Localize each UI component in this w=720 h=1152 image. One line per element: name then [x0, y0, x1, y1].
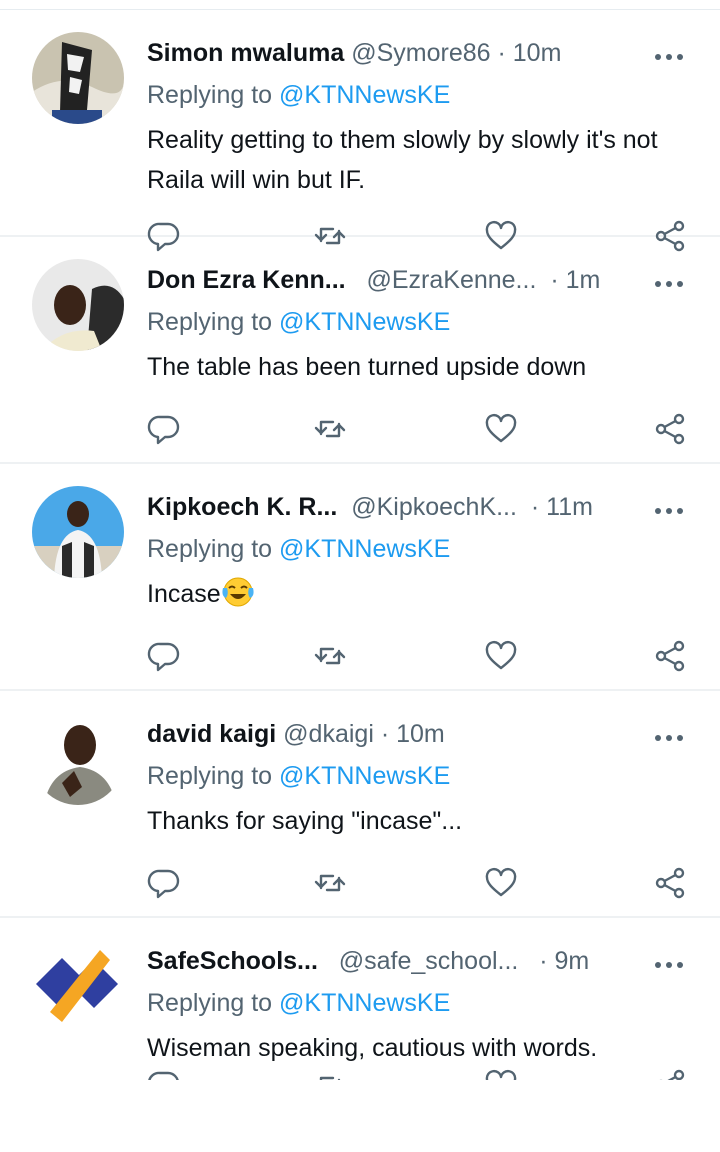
separator-dot: ·: [530, 493, 540, 521]
tweet-header: Don Ezra Kenn... @EzraKenne... · 1m: [147, 265, 637, 295]
replying-to-label: Replying to: [147, 81, 273, 109]
tweet-header: david kaigi @dkaigi · 10m: [147, 719, 637, 749]
replying-to-line: Replying to @KTNNewsKE: [147, 761, 450, 791]
tweet-1[interactable]: Simon mwaluma @Symore86 · 10m Replying t…: [0, 10, 720, 252]
tweet-text: Incase: [147, 580, 221, 608]
timestamp[interactable]: 1m: [566, 266, 601, 294]
user-handle[interactable]: @EzraKenne...: [366, 266, 536, 294]
display-name[interactable]: Simon mwaluma: [147, 39, 344, 67]
heart-icon[interactable]: [484, 866, 518, 900]
mention-link[interactable]: @KTNNewsKE: [279, 308, 450, 336]
retweet-icon[interactable]: [313, 639, 347, 673]
tweet-text-container: Incase: [147, 574, 692, 614]
avatar[interactable]: [32, 940, 124, 1032]
replying-to-line: Replying to @KTNNewsKE: [147, 534, 450, 564]
heart-icon[interactable]: [484, 1068, 518, 1080]
more-icon[interactable]: [654, 275, 684, 287]
display-name[interactable]: Kipkoech K. R...: [147, 493, 337, 521]
tweet-text: The table has been turned upside down: [147, 353, 587, 381]
replying-to-line: Replying to @KTNNewsKE: [147, 80, 450, 110]
action-bar: [147, 639, 692, 673]
timestamp[interactable]: 10m: [513, 39, 562, 67]
reply-icon[interactable]: [147, 412, 181, 446]
separator-dot: ·: [380, 720, 390, 748]
tweet-header: Kipkoech K. R... @KipkoechK... · 11m: [147, 492, 637, 522]
share-icon[interactable]: [653, 866, 687, 900]
action-bar: [147, 412, 692, 446]
mention-link[interactable]: @KTNNewsKE: [279, 535, 450, 563]
user-handle[interactable]: @safe_school...: [339, 947, 519, 975]
tweet-header: Simon mwaluma @Symore86 · 10m: [147, 38, 637, 68]
separator-dot: ·: [550, 266, 559, 294]
avatar[interactable]: [32, 259, 124, 351]
heart-icon[interactable]: [484, 412, 518, 446]
tweet-text: Thanks for saying "incase"...: [147, 807, 463, 835]
tweet-header: SafeSchools... @safe_school... · 9m: [147, 946, 637, 976]
timestamp[interactable]: 11m: [546, 493, 593, 521]
avatar[interactable]: [32, 32, 124, 124]
tweet-4[interactable]: david kaigi @dkaigi · 10m Replying to @K…: [0, 691, 720, 918]
action-bar: [147, 1068, 692, 1080]
retweet-icon[interactable]: [313, 1068, 347, 1080]
action-bar: [147, 866, 692, 900]
separator-dot: ·: [497, 39, 506, 67]
share-icon[interactable]: [653, 639, 687, 673]
heart-icon[interactable]: [484, 639, 518, 673]
replying-to-label: Replying to: [147, 535, 273, 563]
user-handle[interactable]: @Symore86: [351, 39, 490, 67]
display-name[interactable]: david kaigi: [147, 720, 276, 748]
more-icon[interactable]: [654, 956, 684, 968]
mention-link[interactable]: @KTNNewsKE: [279, 762, 450, 790]
replying-to-label: Replying to: [147, 308, 273, 336]
share-icon[interactable]: [653, 1068, 687, 1080]
replying-to-label: Replying to: [147, 762, 273, 790]
retweet-icon[interactable]: [313, 866, 347, 900]
more-icon[interactable]: [654, 502, 684, 514]
tweet-3[interactable]: Kipkoech K. R... @KipkoechK... · 11m Rep…: [0, 464, 720, 691]
retweet-icon[interactable]: [313, 412, 347, 446]
replying-to-label: Replying to: [147, 989, 273, 1017]
avatar[interactable]: [32, 486, 124, 578]
separator-dot: ·: [539, 947, 548, 975]
display-name[interactable]: Don Ezra Kenn...: [147, 266, 346, 294]
tweet-5[interactable]: SafeSchools... @safe_school... · 9m Repl…: [0, 918, 720, 1145]
reply-feed: Simon mwaluma @Symore86 · 10m Replying t…: [0, 10, 720, 1145]
reply-icon[interactable]: [147, 1068, 181, 1080]
tweet-2[interactable]: Don Ezra Kenn... @EzraKenne... · 1m Repl…: [0, 237, 720, 464]
mention-link[interactable]: @KTNNewsKE: [279, 81, 450, 109]
replying-to-line: Replying to @KTNNewsKE: [147, 988, 450, 1018]
share-icon[interactable]: [653, 412, 687, 446]
reply-icon[interactable]: [147, 866, 181, 900]
replying-to-line: Replying to @KTNNewsKE: [147, 307, 450, 337]
mention-link[interactable]: @KTNNewsKE: [279, 989, 450, 1017]
more-icon[interactable]: [654, 729, 684, 741]
user-handle[interactable]: @dkaigi: [283, 720, 374, 748]
more-icon[interactable]: [654, 48, 684, 60]
timestamp[interactable]: 10m: [396, 720, 445, 748]
tweet-text: Wiseman speaking, cautious with words.: [147, 1034, 598, 1062]
display-name[interactable]: SafeSchools...: [147, 947, 318, 975]
user-handle[interactable]: @KipkoechK...: [351, 493, 517, 521]
reply-icon[interactable]: [147, 639, 181, 673]
face-with-tears-of-joy-emoji: [221, 576, 255, 608]
avatar[interactable]: [32, 713, 124, 805]
timestamp[interactable]: 9m: [555, 947, 590, 975]
tweet-text: Reality getting to them slowly by slowly…: [147, 126, 658, 194]
